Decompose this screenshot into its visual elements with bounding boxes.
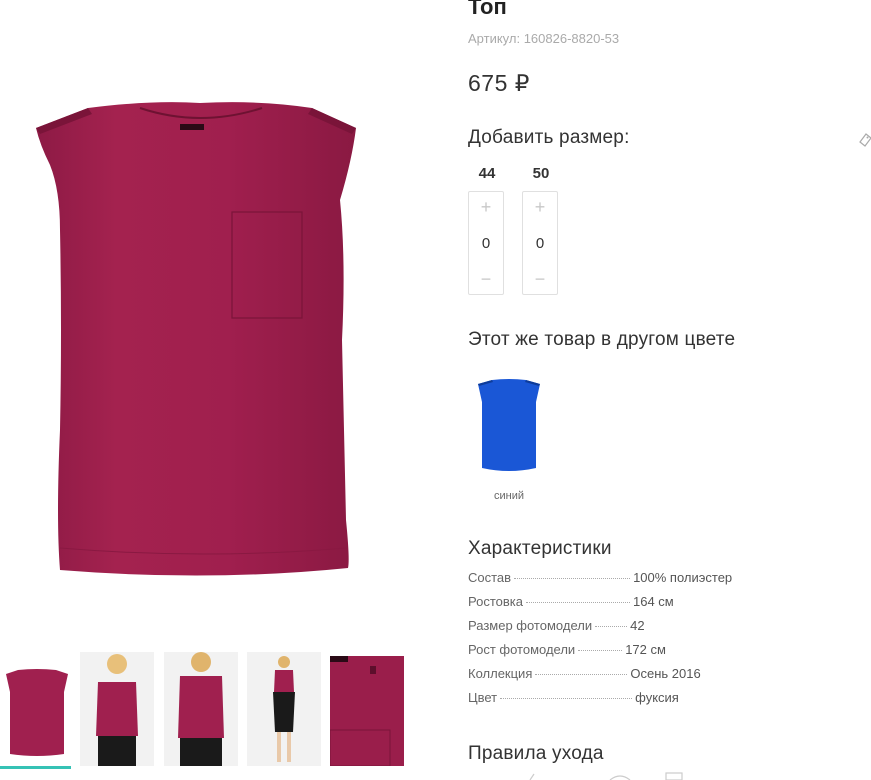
quantity-value[interactable]: 0 bbox=[536, 235, 544, 252]
add-size-heading: Добавить размер: bbox=[468, 127, 630, 148]
specs-heading: Характеристики bbox=[468, 538, 612, 559]
color-variant-image bbox=[478, 379, 540, 471]
thumbnail-active-indicator bbox=[0, 766, 71, 769]
spec-dots bbox=[525, 602, 630, 603]
spec-name: Состав bbox=[468, 570, 512, 585]
specs-list: Состав 100% полиэстер Ростовка 164 см Ра… bbox=[468, 570, 758, 714]
spec-value: 100% полиэстер bbox=[633, 570, 733, 585]
spec-row-model-size: Размер фотомодели 42 bbox=[468, 618, 758, 642]
product-page: Топ Артикул: 160826-8820-53 675 ₽ Добави… bbox=[0, 0, 871, 780]
thumbnail-1[interactable] bbox=[0, 652, 74, 766]
color-variant-label[interactable]: синий bbox=[472, 490, 546, 502]
tag-icon[interactable] bbox=[858, 132, 871, 150]
spec-dots bbox=[578, 650, 623, 651]
thumbnail-2[interactable] bbox=[80, 652, 154, 766]
spec-dots bbox=[500, 698, 633, 699]
spec-value: фуксия bbox=[635, 690, 679, 705]
increment-button[interactable]: + bbox=[481, 198, 492, 216]
care-icons bbox=[529, 772, 683, 780]
spec-row-color: Цвет фуксия bbox=[468, 690, 758, 714]
spec-value: 164 см bbox=[632, 594, 674, 609]
thumbnail-4[interactable] bbox=[247, 652, 321, 766]
size-selector-44: 44 + 0 − bbox=[468, 165, 506, 295]
thumbnail-strip bbox=[0, 652, 420, 780]
wash-icon bbox=[665, 772, 683, 780]
sleeveless-top-illustration bbox=[36, 102, 356, 576]
product-sku: Артикул: 160826-8820-53 bbox=[468, 31, 620, 46]
spec-name: Рост фотомодели bbox=[468, 642, 576, 657]
product-price: 675 ₽ bbox=[468, 70, 530, 96]
spec-dots bbox=[535, 674, 628, 675]
size-label: 44 bbox=[478, 165, 496, 182]
main-product-image[interactable] bbox=[0, 0, 408, 632]
spec-row-model-height: Рост фотомодели 172 см bbox=[468, 642, 758, 666]
iron-icon bbox=[529, 773, 535, 780]
spec-value: 42 bbox=[630, 618, 645, 633]
decrement-button[interactable]: − bbox=[535, 270, 546, 288]
thumbnail-3[interactable] bbox=[164, 652, 238, 766]
increment-button[interactable]: + bbox=[535, 198, 546, 216]
spec-name: Цвет bbox=[468, 690, 498, 705]
spec-value: Осень 2016 bbox=[630, 666, 701, 681]
spec-name: Коллекция bbox=[468, 666, 533, 681]
spec-row-composition: Состав 100% полиэстер bbox=[468, 570, 758, 594]
quantity-stepper: + 0 − bbox=[468, 191, 504, 295]
care-heading: Правила ухода bbox=[468, 743, 604, 764]
dry-icon bbox=[609, 775, 631, 780]
other-color-heading: Этот же товар в другом цвете bbox=[468, 329, 736, 350]
spec-value: 172 см bbox=[625, 642, 666, 657]
color-variant-blue[interactable] bbox=[472, 372, 546, 485]
quantity-value[interactable]: 0 bbox=[482, 235, 490, 252]
spec-row-height-range: Ростовка 164 см bbox=[468, 594, 758, 618]
spec-row-collection: Коллекция Осень 2016 bbox=[468, 666, 758, 690]
spec-name: Размер фотомодели bbox=[468, 618, 593, 633]
quantity-stepper: + 0 − bbox=[522, 191, 558, 295]
decrement-button[interactable]: − bbox=[481, 270, 492, 288]
spec-dots bbox=[595, 626, 628, 627]
spec-dots bbox=[514, 578, 631, 579]
size-label: 50 bbox=[532, 165, 550, 182]
size-selector-50: 50 + 0 − bbox=[522, 165, 560, 295]
spec-name: Ростовка bbox=[468, 594, 523, 609]
product-title: Топ bbox=[468, 0, 507, 19]
thumbnail-5[interactable] bbox=[330, 652, 404, 766]
